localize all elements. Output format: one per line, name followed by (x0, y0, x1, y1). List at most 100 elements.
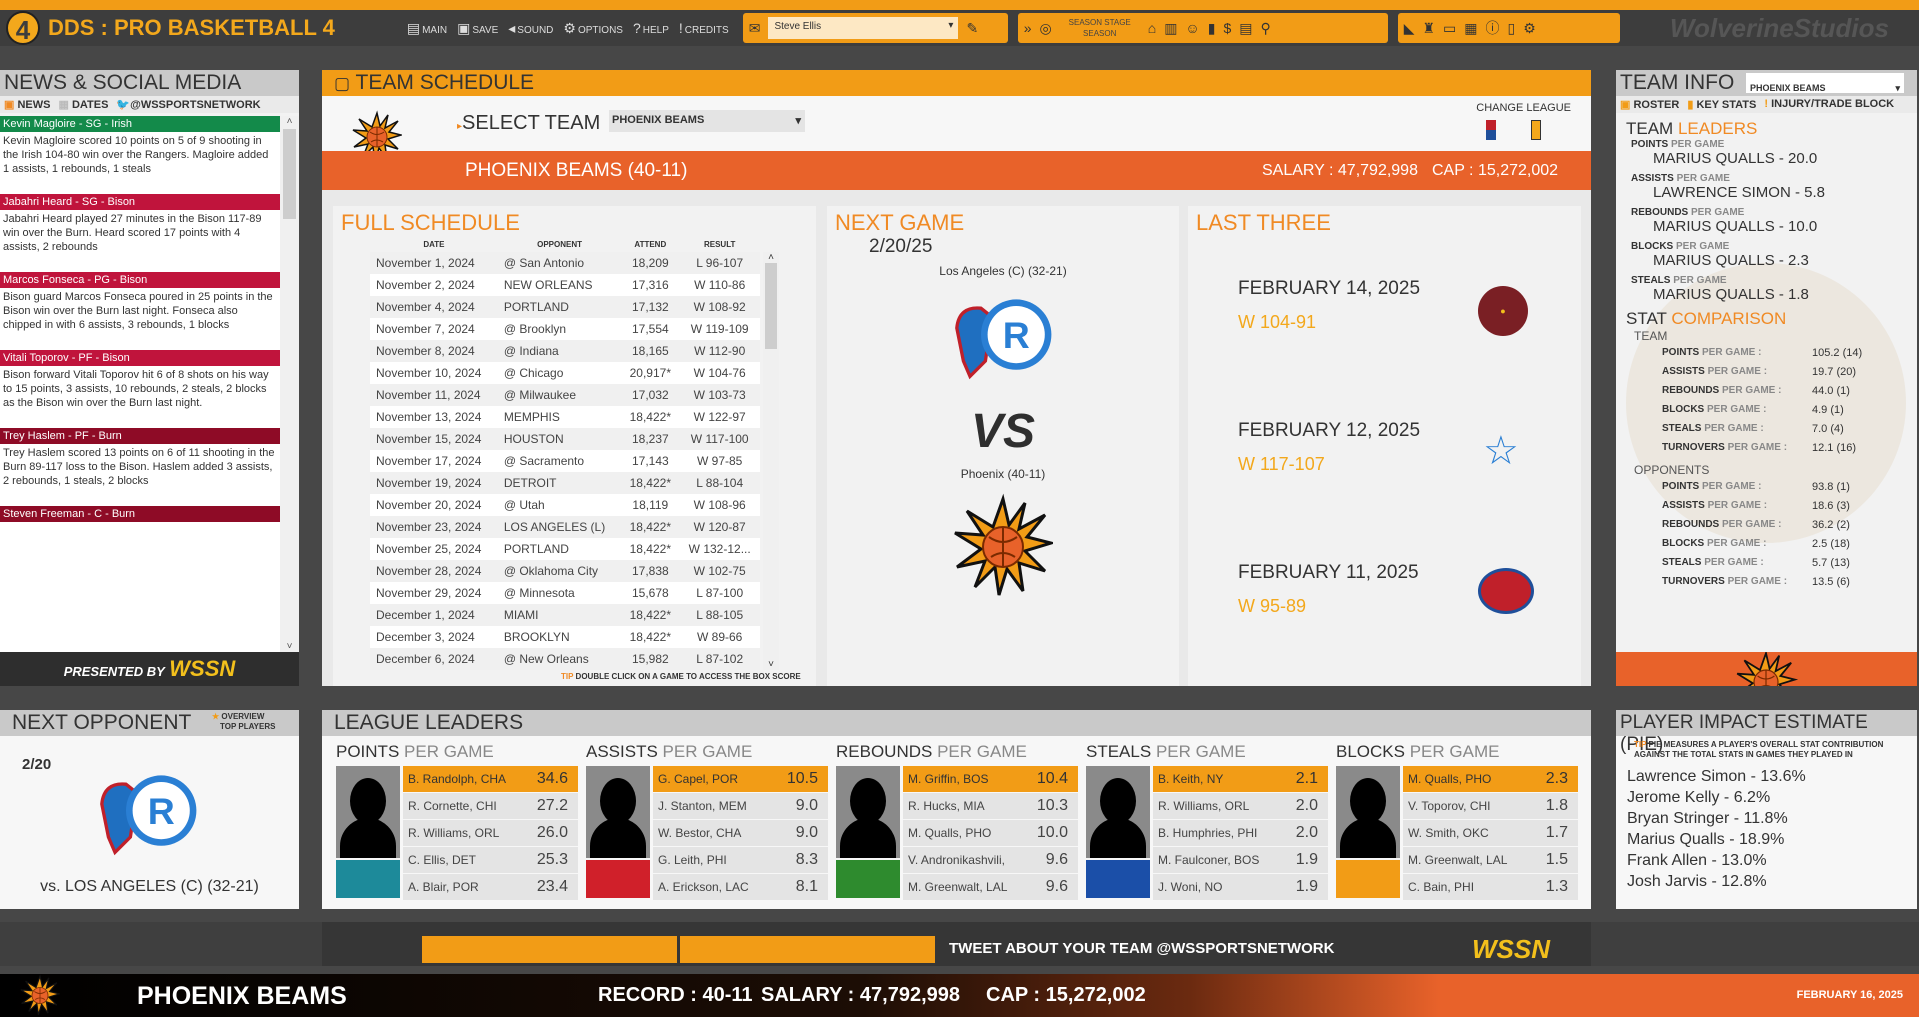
top-players-link[interactable]: TOP PLAYERS (212, 722, 275, 732)
nav-save[interactable]: ▣ SAVE (457, 20, 498, 37)
nav-main[interactable]: ▤ MAIN (407, 20, 447, 37)
nav-sound[interactable]: ◂ SOUND (508, 20, 553, 37)
leader-row[interactable]: W. Bestor, CHA 9.0 (653, 820, 828, 846)
leader-row[interactable]: M. Greenwalt, LAL 1.5 (1403, 847, 1578, 873)
finance-icon[interactable]: $ (1223, 20, 1231, 36)
bike-icon[interactable]: ⚙ (1523, 20, 1536, 37)
schedule-row[interactable]: November 7, 2024 @ Brooklyn 17,554 W 119-10… (370, 318, 760, 340)
search-icon[interactable]: ⚲ (1260, 20, 1270, 37)
advance-icon[interactable]: » (1024, 20, 1032, 36)
schedule-row[interactable]: November 20, 2024 @ Utah 18,119 W 108-96 (370, 494, 760, 516)
news-item[interactable]: Marcos Fonseca - PG - Bison Bison guard M… (0, 272, 280, 350)
tab-key-stats[interactable]: ▮ KEY STATS (1687, 98, 1756, 111)
schedule-scroll-thumb[interactable] (765, 263, 777, 349)
league-logo-dev[interactable] (1531, 120, 1541, 140)
court-icon[interactable]: ▭ (1443, 20, 1456, 37)
schedule-row[interactable]: November 11, 2024 @ Milwaukee 17,032 W 103-… (370, 384, 760, 406)
book-icon[interactable]: ▯ (1508, 20, 1516, 37)
tweet-button-2[interactable] (680, 936, 935, 963)
player-silhouette[interactable] (586, 766, 650, 858)
leader-row[interactable]: M. Qualls, PHO 2.3 (1403, 766, 1578, 792)
leader-row[interactable]: A. Erickson, LAC 8.1 (653, 874, 828, 900)
leader-row[interactable]: C. Ellis, DET 25.3 (403, 847, 578, 873)
leader-row[interactable]: W. Smith, OKC 1.7 (1403, 820, 1578, 846)
tweet-text[interactable]: TWEET ABOUT YOUR TEAM @WSSPORTSNETWORK (949, 940, 1334, 957)
info-icon[interactable]: ⓘ (1486, 18, 1500, 38)
scroll-up-icon[interactable]: ˄ (280, 116, 299, 127)
schedule-row[interactable]: December 6, 2024 @ New Orleans 15,982 L 87-… (370, 648, 760, 670)
news-item[interactable]: Trey Haslem - PF - Burn Trey Haslem score… (0, 428, 280, 506)
edit-icon[interactable]: ✎ (966, 20, 978, 37)
phoenix-logo[interactable] (953, 487, 1053, 607)
team-leader[interactable]: ASSISTS PER GAME LAWRENCE SIMON - 5.8 (1631, 173, 1907, 201)
user-dropdown[interactable]: Steve Ellis (768, 17, 959, 39)
pie-player[interactable]: Josh Jarvis - 12.8% (1627, 871, 1917, 892)
leader-row[interactable]: G. Capel, POR 10.5 (653, 766, 828, 792)
leader-row[interactable]: R. Williams, ORL 26.0 (403, 820, 578, 846)
leader-row[interactable]: J. Woni, NO 1.9 (1153, 874, 1328, 900)
pie-player[interactable]: Jerome Kelly - 6.2% (1627, 787, 1917, 808)
schedule-row[interactable]: November 19, 2024 DETROIT 18,422* L 88-104 (370, 472, 760, 494)
scroll-down-icon[interactable]: ˅ (280, 641, 299, 652)
select-team-dropdown[interactable]: PHOENIX BEAMS ▾ (609, 110, 805, 132)
leader-row[interactable]: J. Stanton, MEM 9.0 (653, 793, 828, 819)
league-icon[interactable]: ▥ (1164, 20, 1177, 37)
team-leader[interactable]: STEALS PER GAME MARIUS QUALLS - 1.8 (1631, 275, 1907, 303)
schedule-row[interactable]: November 10, 2024 @ Chicago 20,917* W 104-7… (370, 362, 760, 384)
leader-row[interactable]: R. Cornette, CHI 27.2 (403, 793, 578, 819)
leader-row[interactable]: M. Faulconer, BOS 1.9 (1153, 847, 1328, 873)
team-leader[interactable]: REBOUNDS PER GAME MARIUS QUALLS - 10.0 (1631, 207, 1907, 235)
column-header[interactable]: ATTEND (621, 236, 679, 252)
leader-row[interactable]: M. Griffin, BOS 10.4 (903, 766, 1078, 792)
schedule-row[interactable]: November 13, 2024 MEMPHIS 18,422* W 122-97 (370, 406, 760, 428)
pie-player[interactable]: Frank Allen - 13.0% (1627, 850, 1917, 871)
schedule-row[interactable]: November 15, 2024 HOUSTON 18,237 W 117-100 (370, 428, 760, 450)
column-header[interactable]: DATE (370, 236, 498, 252)
tab-roster[interactable]: ▣ ROSTER (1620, 98, 1679, 111)
leader-row[interactable]: G. Leith, PHI 8.3 (653, 847, 828, 873)
player-silhouette[interactable] (1086, 766, 1150, 858)
schedule-row[interactable]: November 23, 2024 LOS ANGELES (L) 18,422* W… (370, 516, 760, 538)
los-angeles-logo[interactable] (88, 760, 208, 870)
overview-link[interactable]: ★ OVERVIEW (212, 712, 275, 722)
home-icon[interactable]: ⌂ (1148, 20, 1156, 36)
basketball-icon[interactable]: ◎ (1040, 20, 1052, 37)
schedule-row[interactable]: November 4, 2024 PORTLAND 17,132 W 108-92 (370, 296, 760, 318)
team-info-dropdown[interactable]: PHOENIX BEAMS ▾ (1746, 73, 1904, 93)
stats-icon[interactable]: ▮ (1208, 20, 1216, 37)
schedule-row[interactable]: November 29, 2024 @ Minnesota 15,678 L 87-1… (370, 582, 760, 604)
news-item[interactable]: Jabahri Heard - SG - Bison Jabahri Heard … (0, 194, 280, 272)
news-scroll-thumb[interactable] (283, 129, 296, 219)
schedule-row[interactable]: December 1, 2024 MIAMI 18,422* L 88-105 (370, 604, 760, 626)
schedule-row[interactable]: November 28, 2024 @ Oklahoma City 17,838 W … (370, 560, 760, 582)
people-icon[interactable]: ☺ (1185, 20, 1199, 36)
schedule-row[interactable]: November 17, 2024 @ Sacramento 17,143 W 97-… (370, 450, 760, 472)
news-item[interactable]: Kevin Magloire - SG - Irish Kevin Magloir… (0, 116, 280, 194)
leader-row[interactable]: V. Toporov, CHI 1.8 (1403, 793, 1578, 819)
leader-row[interactable]: B. Humphries, PHI 2.0 (1153, 820, 1328, 846)
schedule-row[interactable]: December 3, 2024 BROOKLYN 18,422* W 89-66 (370, 626, 760, 648)
leader-row[interactable]: A. Blair, POR 23.4 (403, 874, 578, 900)
document-icon[interactable]: ▤ (1239, 20, 1252, 37)
league-logo-pro[interactable] (1486, 120, 1496, 140)
team-leader[interactable]: POINTS PER GAME MARIUS QUALLS - 20.0 (1631, 139, 1907, 167)
leader-row[interactable]: R. Hucks, MIA 10.3 (903, 793, 1078, 819)
pie-player[interactable]: Lawrence Simon - 13.6% (1627, 766, 1917, 787)
tab-news[interactable]: ▣ NEWS (4, 98, 50, 111)
player-silhouette[interactable] (336, 766, 400, 858)
tab-injury-trade[interactable]: ! INJURY/TRADE BLOCK (1764, 98, 1894, 111)
nav-help[interactable]: ? HELP (633, 20, 669, 36)
nav-credits[interactable]: ! CREDITS (679, 20, 729, 36)
leader-row[interactable]: B. Keith, NY 2.1 (1153, 766, 1328, 792)
schedule-row[interactable]: November 8, 2024 @ Indiana 18,165 W 112-90 (370, 340, 760, 362)
scroll-down-icon[interactable]: ˅ (763, 659, 779, 670)
news-item[interactable]: Vitali Toporov - PF - Bison Bison forward… (0, 350, 280, 428)
column-header[interactable]: RESULT (679, 236, 760, 252)
leader-row[interactable]: V. Andronikashvili, 9.6 (903, 847, 1078, 873)
nav-options[interactable]: ⚙ OPTIONS (563, 20, 623, 37)
leader-row[interactable]: B. Randolph, CHA 34.6 (403, 766, 578, 792)
leader-row[interactable]: C. Bain, PHI 1.3 (1403, 874, 1578, 900)
leader-row[interactable]: R. Williams, ORL 2.0 (1153, 793, 1328, 819)
schedule-row[interactable]: November 25, 2024 PORTLAND 18,422* W 132-12… (370, 538, 760, 560)
tab-twitter[interactable]: 🐦@WSSPORTSNETWORK (116, 98, 260, 111)
